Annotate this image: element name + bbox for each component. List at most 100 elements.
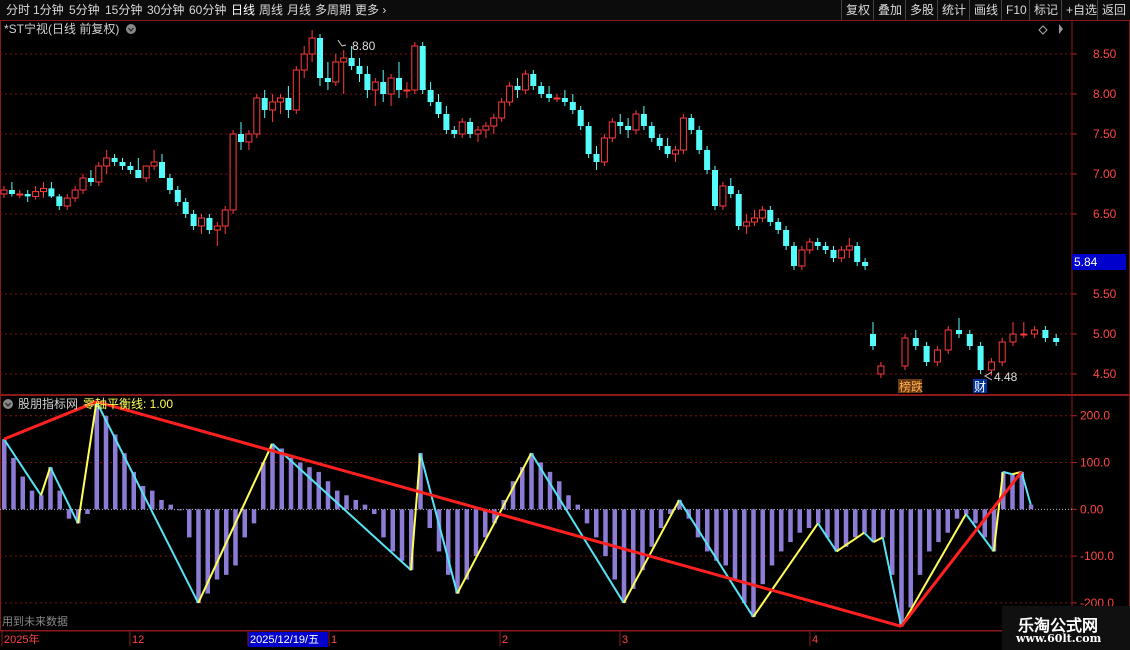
histogram-bar	[187, 509, 192, 538]
histogram-bar	[11, 457, 16, 510]
histogram-bar	[529, 453, 534, 510]
histogram-bar	[603, 509, 608, 557]
triangle-icon[interactable]	[1059, 24, 1063, 34]
candle-body	[174, 190, 181, 202]
stock-chart[interactable]: 8.508.007.507.006.505.505.004.50 200.010…	[0, 0, 1130, 650]
candle-body	[467, 122, 474, 134]
title-dropdown-icon[interactable]	[126, 24, 136, 34]
zigzag-segment	[49, 466, 79, 524]
histogram-bar	[381, 509, 386, 538]
histogram-bar	[760, 509, 765, 585]
candle-body	[48, 188, 55, 197]
histogram-bar	[917, 509, 923, 575]
histogram-bar	[464, 509, 469, 580]
candle-body	[561, 98, 568, 102]
diamond-icon[interactable]	[1038, 25, 1048, 35]
candle-body	[1009, 333, 1017, 343]
candle-body	[767, 210, 774, 222]
candle-body	[364, 74, 371, 90]
candle-body	[530, 74, 537, 86]
candle-body	[277, 97, 284, 103]
candle-body	[238, 134, 244, 142]
indicator-tick-label: -100.0	[1080, 549, 1114, 563]
candle-body	[608, 121, 616, 139]
candle-body	[371, 81, 379, 91]
candle-body	[569, 102, 576, 110]
indicator-name: 股朋指标网	[18, 396, 78, 411]
timeline-label: 3	[622, 634, 628, 646]
candle-body	[1053, 338, 1060, 342]
indicator-param: 零轴平衡线: 1.00	[83, 396, 173, 411]
histogram-bar	[788, 509, 793, 543]
candle-body	[862, 262, 869, 266]
candle-body	[758, 209, 766, 219]
histogram-bar	[103, 415, 109, 510]
candle-body	[593, 154, 600, 162]
stock-title: *ST宁视(日线 前复权)	[4, 21, 119, 36]
histogram-bar	[816, 509, 821, 524]
candle-body	[617, 122, 624, 126]
candle-body	[198, 217, 205, 227]
histogram-bar	[890, 509, 895, 575]
histogram-bar	[279, 448, 284, 510]
trend-lines	[3, 400, 1023, 628]
histogram-bar	[159, 499, 164, 510]
candle-body	[679, 117, 687, 151]
histogram-bar	[742, 509, 747, 603]
histogram-bar	[399, 509, 405, 561]
candle-body	[229, 133, 237, 211]
price-tick-label: 5.50	[1093, 287, 1117, 301]
zigzag-segment	[835, 531, 865, 553]
histogram-bar	[908, 509, 913, 608]
histogram-bar	[714, 509, 719, 561]
histogram-bar	[316, 471, 321, 510]
candle-body	[8, 190, 15, 194]
candle-body	[308, 37, 316, 55]
price-tick-label: 8.50	[1093, 47, 1117, 61]
candle-body	[119, 162, 126, 166]
price-tick-label: 8.00	[1093, 87, 1117, 101]
candle-body	[727, 186, 734, 194]
candle-body	[1042, 330, 1049, 338]
histogram-bar	[927, 509, 932, 552]
current-price-label: 5.84	[1074, 255, 1098, 269]
low-price-label: 4.48	[994, 370, 1018, 384]
candle-body	[648, 126, 655, 138]
candle-body	[912, 338, 919, 346]
candle-body	[553, 97, 561, 100]
candle-body	[822, 246, 829, 250]
candle-body	[751, 217, 758, 223]
candle-body	[901, 337, 909, 367]
candle-body	[206, 218, 213, 230]
histogram-bar	[640, 509, 645, 571]
histogram-bar	[899, 509, 904, 627]
histogram-bar	[242, 509, 247, 538]
zigzag-lines	[3, 401, 1032, 627]
watermark: 乐淘公式网 www.60lt.com	[1002, 606, 1130, 650]
candle-body	[775, 222, 782, 230]
candle-body	[269, 101, 277, 111]
badge-finance[interactable]: 财	[974, 380, 986, 394]
candle-body	[40, 187, 47, 193]
candle-body	[474, 129, 482, 135]
price-axis: 8.50 8.00 7.50 7.00 6.50 5.50 5.00 4.50	[1072, 47, 1117, 381]
candle-body	[521, 73, 529, 91]
histogram-bar	[344, 495, 349, 510]
candle-body	[332, 61, 340, 83]
price-tick-label: 7.00	[1093, 167, 1117, 181]
price-tick-label: 5.00	[1093, 327, 1117, 341]
candle-body	[506, 85, 514, 103]
watermark-url: www.60lt.com	[1016, 632, 1102, 645]
candle-body	[1031, 329, 1039, 335]
price-tick-label: 6.50	[1093, 207, 1117, 221]
histogram-bar	[751, 509, 756, 617]
indicator-menu-icon[interactable]	[3, 399, 13, 409]
candle-body	[830, 250, 837, 258]
candle-body	[443, 114, 450, 130]
candle-body	[640, 114, 647, 126]
badge-drop[interactable]: 榜跌	[899, 379, 923, 394]
indicator-tick-label: 0.00	[1080, 502, 1104, 516]
zigzag-segment	[95, 401, 200, 604]
candle-body	[380, 82, 387, 94]
zigzag-segment	[419, 452, 459, 594]
